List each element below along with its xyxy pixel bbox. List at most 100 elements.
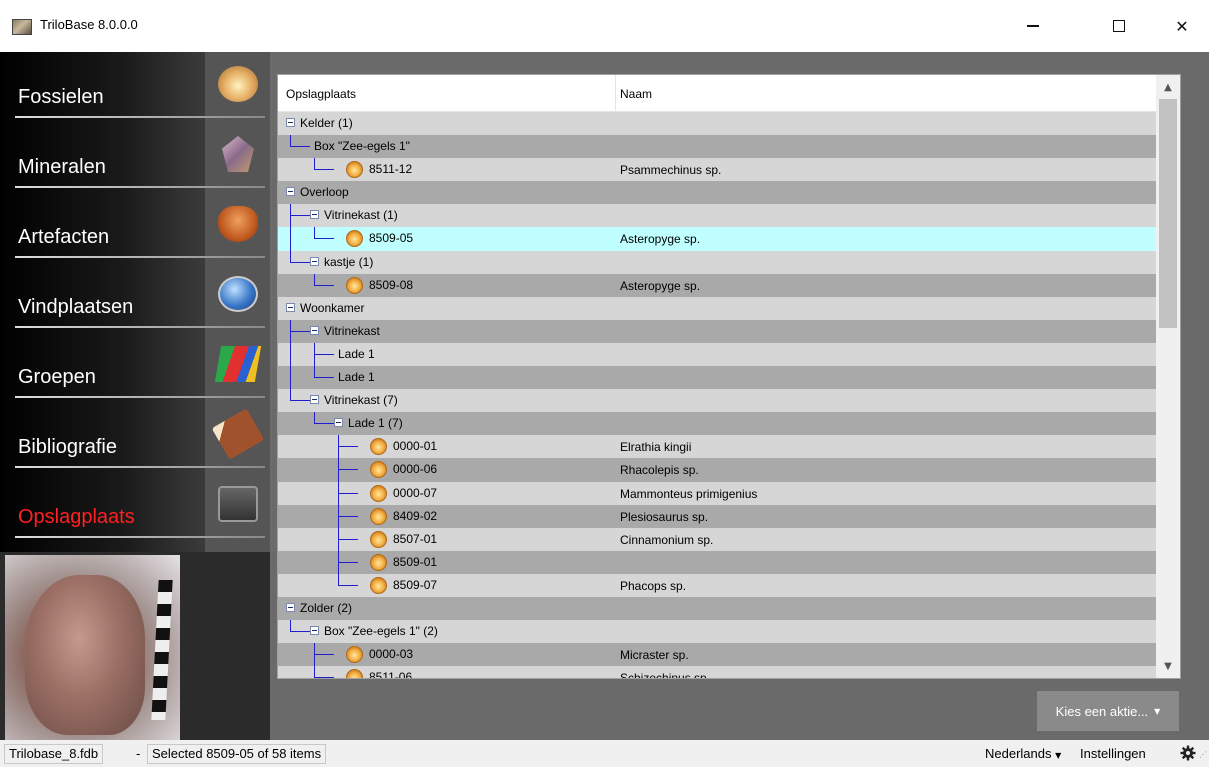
language-dropdown[interactable]: Nederlands ▼ <box>985 746 1061 761</box>
collapse-icon[interactable] <box>286 602 295 612</box>
minimize-button[interactable] <box>1010 10 1056 42</box>
sidebar-item-vindplaatsen[interactable]: Vindplaatsen <box>0 262 265 332</box>
tree-node-label: Lade 1 <box>338 370 375 385</box>
fossil-icon <box>370 530 387 548</box>
column-header-opslagplaats[interactable]: Opslagplaats <box>286 87 356 101</box>
tree-row[interactable]: 0000-06 Rhacolepis sp. <box>278 458 1156 482</box>
tree-row[interactable]: 0000-01 Elrathia kingii <box>278 435 1156 459</box>
sidebar-item-groepen[interactable]: Groepen <box>0 332 265 402</box>
tree-row[interactable]: 8509-01 <box>278 550 1156 574</box>
sidebar-item-artefacten[interactable]: Artefacten <box>0 192 265 262</box>
storage-tree[interactable]: Opslagplaats Naam Kelder (1) Box "Zee-ege… <box>277 74 1181 679</box>
tree-row[interactable]: Box "Zee-egels 1" <box>278 135 1156 159</box>
tree-row[interactable]: Box "Zee-egels 1" (2) <box>278 620 1156 644</box>
tree-branch-line <box>290 146 310 148</box>
tree-row[interactable]: 8409-02 Plesiosaurus sp. <box>278 504 1156 528</box>
sidebar-divider <box>15 536 265 538</box>
tree-node-label: Lade 1 (7) <box>348 416 403 431</box>
fossil-icon <box>346 646 363 664</box>
close-button[interactable]: ✕ <box>1159 10 1205 42</box>
status-separator: - <box>136 746 141 761</box>
scroll-down-button[interactable]: ▼ <box>1156 654 1180 678</box>
tree-row[interactable]: Vitrinekast (7) <box>278 389 1156 413</box>
maximize-button[interactable] <box>1096 10 1142 42</box>
action-dropdown-button[interactable]: Kies een aktie... ▼ <box>1037 691 1179 731</box>
tree-node-label: Kelder (1) <box>300 116 353 130</box>
tree-node-label: 8509-08 <box>369 277 414 292</box>
tree-branch-line <box>314 423 334 425</box>
language-label: Nederlands <box>985 746 1052 761</box>
action-label: Kies een aktie... <box>1055 703 1149 719</box>
collapse-icon[interactable] <box>286 118 295 127</box>
tree-row[interactable]: 0000-03 Micraster sp. <box>278 643 1156 667</box>
tree-row[interactable]: Vitrinekast (1) <box>278 204 1156 228</box>
tree-row[interactable]: Woonkamer <box>278 296 1156 320</box>
tree-row[interactable]: 8509-07 Phacops sp. <box>278 573 1156 597</box>
scroll-thumb[interactable] <box>1159 99 1177 328</box>
tree-branch-line <box>338 492 358 494</box>
sidebar-item-opslagplaats[interactable]: Opslagplaats <box>0 472 265 542</box>
tree-node-label: 0000-01 <box>393 439 438 454</box>
fossil-icon <box>346 230 363 248</box>
tree-node-naam: Micraster sp. <box>620 648 689 663</box>
tree-node-label: Vitrinekast <box>324 323 380 338</box>
sidebar-item-fossielen[interactable]: Fossielen <box>0 52 265 122</box>
chevron-up-icon: ▲ <box>1164 81 1172 93</box>
sidebar-item-label: Groepen <box>18 366 96 388</box>
tree-node-label: Vitrinekast (1) <box>324 208 398 223</box>
tree-row[interactable]: 8511-06 Schizechinus sp. <box>278 666 1156 679</box>
tree-row[interactable]: 0000-07 Mammonteus primigenius <box>278 481 1156 505</box>
collapse-icon[interactable] <box>286 187 295 197</box>
fossil-icon <box>370 576 387 594</box>
column-header-naam[interactable]: Naam <box>620 87 652 101</box>
column-separator[interactable] <box>615 75 616 112</box>
collapse-icon[interactable] <box>286 302 295 312</box>
tree-branch-line <box>314 238 334 240</box>
tree-row[interactable]: Lade 1 <box>278 366 1156 390</box>
sidebar-item-bibliografie[interactable]: Bibliografie <box>0 402 265 472</box>
tree-node-label: 8511-06 <box>369 670 413 679</box>
sidebar-item-mineralen[interactable]: Mineralen <box>0 122 265 192</box>
tree-node-label: 8511-12 <box>369 162 413 177</box>
fossil-icon <box>370 438 387 456</box>
app-icon <box>12 19 32 35</box>
tree-row[interactable]: Vitrinekast <box>278 319 1156 343</box>
safe-icon <box>218 486 258 522</box>
collapse-icon[interactable] <box>310 626 319 636</box>
sidebar-item-label: Vindplaatsen <box>18 296 134 318</box>
settings-link[interactable]: Instellingen <box>1080 746 1146 761</box>
tree-row[interactable]: Zolder (2) <box>278 596 1156 621</box>
book-icon <box>211 408 265 460</box>
tree-header: Opslagplaats Naam <box>278 75 1156 112</box>
gear-icon[interactable] <box>1180 745 1196 761</box>
tree-node-label: Overloop <box>300 185 349 200</box>
tree-branch-line <box>314 377 334 379</box>
tree-row[interactable]: kastje (1) <box>278 250 1156 274</box>
tree-node-label: Lade 1 <box>338 346 375 361</box>
status-bar: Trilobase_8.fdb - Selected 8509-05 of 58… <box>0 740 1209 767</box>
collapse-icon[interactable] <box>310 395 319 405</box>
fossil-icon <box>370 507 387 525</box>
tree-row[interactable]: 8507-01 Cinnamonium sp. <box>278 527 1156 551</box>
tree-row[interactable]: Lade 1 <box>278 342 1156 367</box>
tree-row[interactable]: 8511-12 Psammechinus sp. <box>278 158 1156 182</box>
vertical-scrollbar[interactable]: ▲ ▼ <box>1156 75 1180 678</box>
collapse-icon[interactable] <box>310 210 319 220</box>
sidebar-divider <box>15 466 265 468</box>
tree-row[interactable]: Kelder (1) <box>278 112 1156 136</box>
tree-node-naam: Asteropyge sp. <box>620 278 701 293</box>
tree-node-label: 8409-02 <box>393 508 438 523</box>
collapse-icon[interactable] <box>310 256 319 266</box>
collapse-icon[interactable] <box>334 418 343 428</box>
tree-row[interactable]: Lade 1 (7) <box>278 412 1156 436</box>
resize-grip[interactable]: ⋰ <box>1199 750 1209 764</box>
tree-node-label: 8507-01 <box>393 531 438 546</box>
sidebar-divider <box>15 186 265 188</box>
tree-row[interactable]: 8509-05 Asteropyge sp. <box>278 227 1156 251</box>
tree-row[interactable]: 8509-08 Asteropyge sp. <box>278 273 1156 297</box>
tree-row[interactable]: Overloop <box>278 181 1156 205</box>
collapse-icon[interactable] <box>310 325 319 335</box>
scroll-up-button[interactable]: ▲ <box>1156 75 1180 99</box>
status-file: Trilobase_8.fdb <box>4 744 104 764</box>
scale-ruler <box>151 580 173 720</box>
